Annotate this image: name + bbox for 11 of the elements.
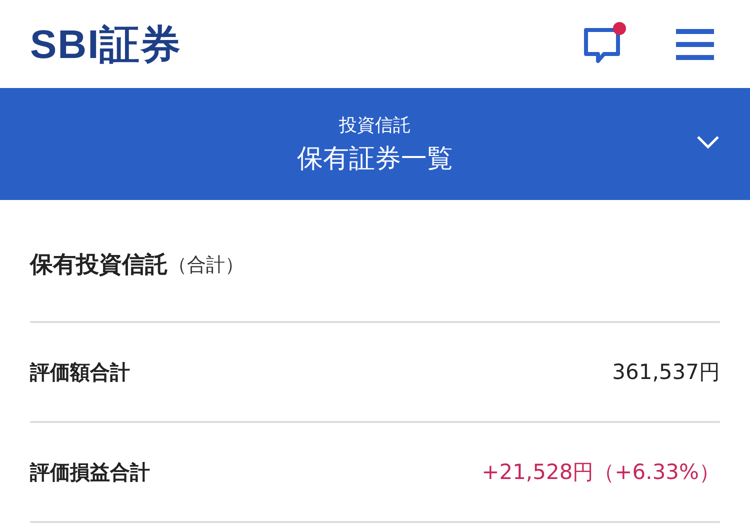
logo: SBI証券 (30, 22, 183, 68)
section-suffix: （合計） (168, 252, 244, 278)
row-value: +21,528円（+6.33%） (482, 459, 720, 486)
category-label: 投資信託 (339, 114, 411, 136)
page-title: 保有証券一覧 (297, 142, 453, 176)
row-label: 評価額合計 (30, 358, 130, 386)
row-label: 評価損益合計 (30, 458, 150, 486)
menu-icon[interactable] (676, 27, 714, 61)
chevron-icon[interactable] (696, 134, 720, 150)
section-title: 保有投資信託 (30, 251, 168, 280)
row-value: 361,537円 (612, 359, 720, 386)
